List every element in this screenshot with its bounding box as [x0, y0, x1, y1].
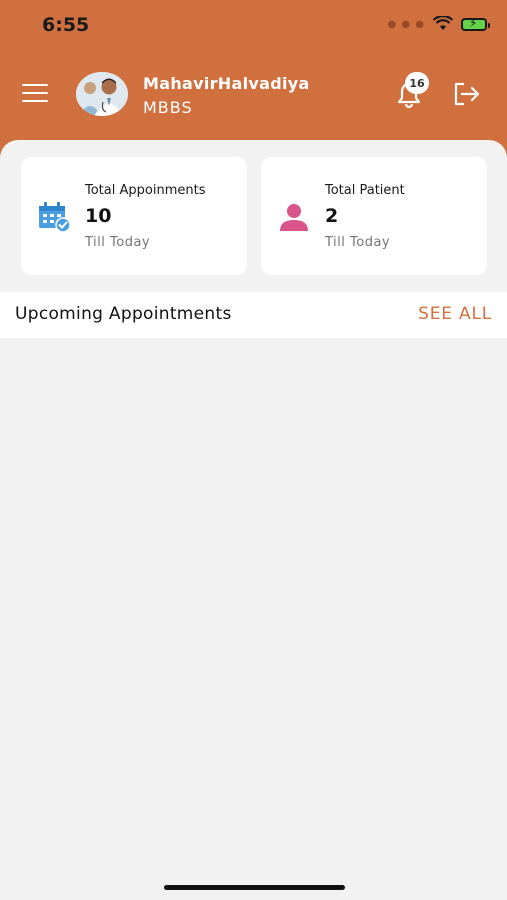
card-title: Total Appoinments	[85, 183, 206, 198]
menu-button[interactable]	[22, 84, 48, 104]
total-appointments-card[interactable]: Total Appoinments 10 Till Today	[21, 157, 247, 275]
card-subtitle: Till Today	[85, 235, 151, 250]
hamburger-icon-line	[22, 100, 48, 102]
card-title: Total Patient	[325, 183, 405, 198]
card-value: 10	[85, 205, 112, 227]
logout-button[interactable]	[452, 80, 482, 108]
profile-degree: MBBS	[143, 98, 193, 117]
upcoming-appointments-header: Upcoming Appointments SEE ALL	[0, 292, 507, 338]
card-value: 2	[325, 205, 339, 227]
battery-charging-icon: ⚡	[461, 16, 490, 31]
calendar-check-icon	[39, 202, 71, 233]
status-icons: ● ● ● ⚡	[387, 16, 490, 32]
home-indicator[interactable]	[164, 885, 345, 890]
wifi-icon	[433, 16, 453, 30]
card-subtitle: Till Today	[325, 235, 391, 250]
hamburger-icon-line	[22, 92, 48, 94]
hamburger-icon-line	[22, 84, 48, 86]
total-patients-card[interactable]: Total Patient 2 Till Today	[261, 157, 487, 275]
signal-dots-icon: ● ● ●	[387, 18, 425, 30]
section-title: Upcoming Appointments	[15, 304, 232, 324]
status-time: 6:55	[42, 14, 90, 36]
profile-name: MahavirHalvadiya	[143, 74, 310, 93]
doctor-avatar-image	[76, 72, 128, 116]
notification-count-badge: 16	[405, 72, 429, 94]
person-icon	[280, 204, 308, 231]
app-header: 6:55 ● ● ● ⚡ MahavirHalvadiya MBBS 16	[0, 0, 507, 160]
logout-icon	[454, 82, 480, 106]
avatar[interactable]	[76, 72, 128, 116]
see-all-link[interactable]: SEE ALL	[418, 304, 492, 324]
